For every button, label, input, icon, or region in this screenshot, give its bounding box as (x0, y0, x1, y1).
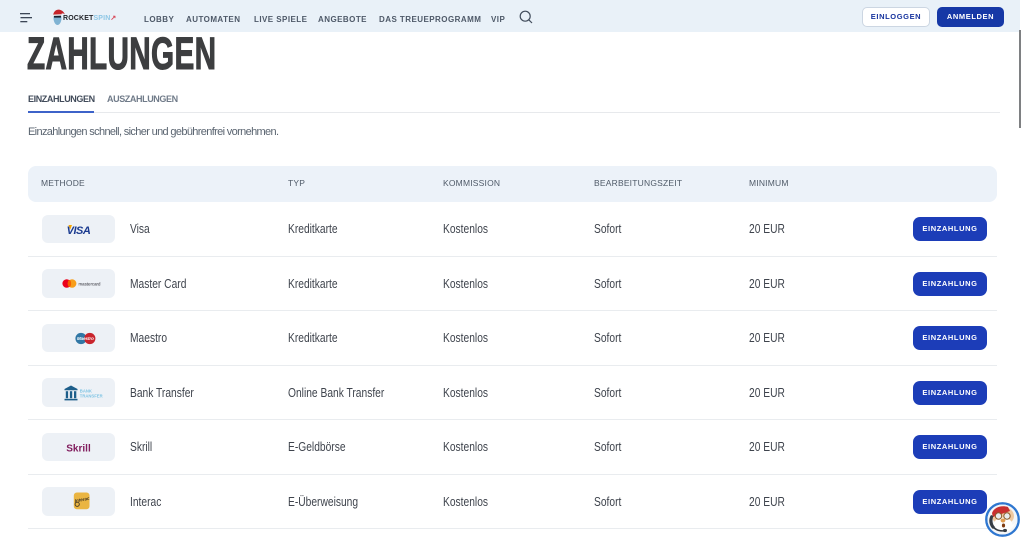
svg-text:VISA: VISA (67, 225, 91, 237)
svg-text:mastercard: mastercard (79, 281, 102, 286)
svg-text:TRANSFER: TRANSFER (80, 394, 103, 399)
svg-text:Skrill: Skrill (66, 443, 91, 454)
svg-text:Maestro: Maestro (77, 336, 94, 341)
